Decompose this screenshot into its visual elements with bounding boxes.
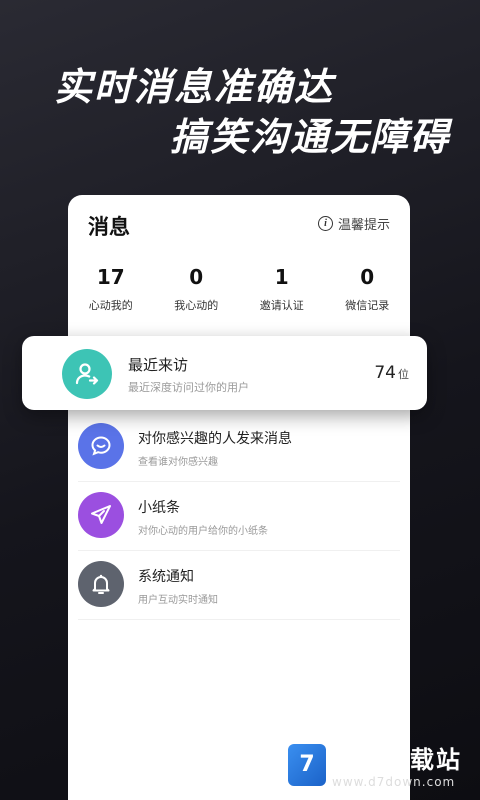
list-item-subtitle: 用户互动实时通知 [138, 595, 218, 606]
stat-wechat-records[interactable]: 0 微信记录 [327, 265, 407, 313]
recent-visitors-title: 最近来访 [128, 356, 189, 374]
list-item-subtitle: 查看谁对你感兴趣 [138, 457, 218, 468]
card-header: 消息 i 温馨提示 [68, 195, 410, 251]
list-item-interested-messages[interactable]: 对你感兴趣的人发来消息 查看谁对你感兴趣 [78, 413, 400, 482]
stat-invite-verify[interactable]: 1 邀请认证 [242, 265, 322, 313]
page-title: 消息 [88, 215, 130, 239]
stat-label: 心动我的 [88, 299, 133, 312]
message-card: 消息 i 温馨提示 17 心动我的 0 我心动的 1 邀请认证 0 微信记录 对… [68, 195, 410, 800]
stat-label: 微信记录 [345, 299, 390, 312]
list-item-title: 对你感兴趣的人发来消息 [138, 431, 292, 447]
bell-icon [78, 561, 124, 607]
info-icon: i [317, 216, 333, 231]
recent-visitors-subtitle: 最近深度访问过你的用户 [128, 381, 249, 394]
stat-value: 0 [360, 265, 375, 289]
stat-value: 1 [274, 265, 289, 289]
watermark-url: www.d7down.com [332, 775, 456, 789]
tip-button[interactable]: i 温馨提示 [317, 214, 390, 233]
list-item-subtitle: 对你心动的用户给你的小纸条 [138, 526, 268, 537]
list-item-title: 小纸条 [138, 500, 180, 516]
stat-i-liked[interactable]: 0 我心动的 [156, 265, 236, 313]
paper-plane-icon [78, 492, 124, 538]
list-item-title: 系统通知 [138, 569, 194, 585]
watermark: 7 第七下载站 www.d7down.com [288, 740, 462, 789]
user-visit-icon [62, 349, 112, 399]
headline-line-2: 搞笑沟通无障碍 [170, 115, 451, 159]
stat-label: 邀请认证 [259, 299, 304, 312]
watermark-title: 第七下载站 [332, 746, 462, 774]
count-value: 74 [374, 363, 396, 383]
recent-visitors-item[interactable]: 最近来访 最近深度访问过你的用户 74 位 [22, 336, 427, 410]
tip-label: 温馨提示 [337, 218, 390, 233]
recent-visitors-count: 74 位 [374, 363, 409, 383]
stats-bar: 17 心动我的 0 我心动的 1 邀请认证 0 微信记录 [68, 265, 410, 313]
chat-bubble-icon [78, 423, 124, 469]
list-item-system-notice[interactable]: 系统通知 用户互动实时通知 [78, 551, 400, 620]
list-item-notes[interactable]: 小纸条 对你心动的用户给你的小纸条 [78, 482, 400, 551]
stat-liked-me[interactable]: 17 心动我的 [71, 265, 151, 313]
stat-value: 0 [189, 265, 204, 289]
message-list: 对你感兴趣的人发来消息 查看谁对你感兴趣 小纸条 对你心动的用户给你的小纸条 系… [68, 413, 410, 620]
stat-value: 17 [96, 265, 125, 289]
stat-label: 我心动的 [174, 299, 219, 312]
count-unit: 位 [398, 368, 409, 381]
watermark-logo: 7 [288, 743, 326, 786]
headline-line-1: 实时消息准确达 [54, 65, 335, 109]
